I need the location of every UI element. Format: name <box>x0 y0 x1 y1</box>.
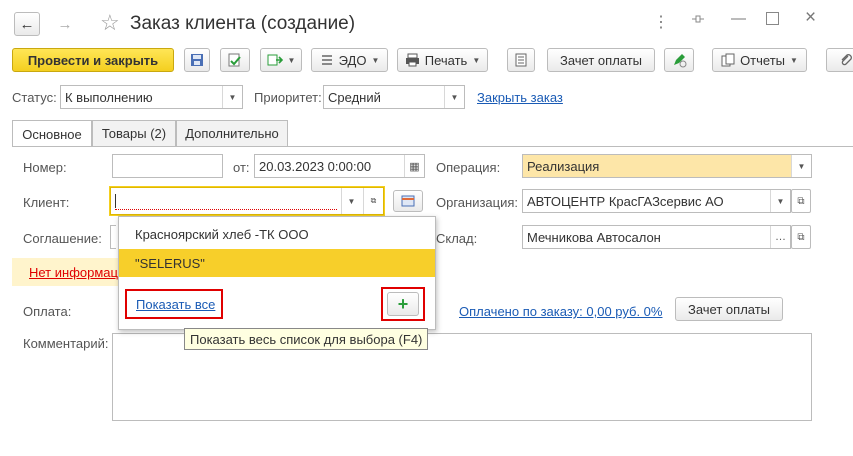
create-based-on-icon <box>267 54 283 66</box>
edo-label: ЭДО <box>338 52 367 68</box>
paid-by-order-link[interactable]: Оплачено по заказу: 0,00 руб. 0% <box>459 304 662 319</box>
chevron-down-icon: ▼ <box>287 55 296 65</box>
warehouse-input[interactable]: Мечникова Автосалон … <box>522 225 791 249</box>
link-icon[interactable] <box>690 12 706 26</box>
post-document-button[interactable] <box>220 48 250 72</box>
tab-additional[interactable]: Дополнительно <box>176 120 288 146</box>
select-dots-icon[interactable]: … <box>770 226 790 248</box>
chevron-down-icon[interactable]: ▼ <box>341 188 361 214</box>
chevron-down-icon[interactable]: ▼ <box>222 86 242 108</box>
close-order-link[interactable]: Закрыть заказ <box>477 90 563 105</box>
reports-button[interactable]: Отчеты ▼ <box>712 48 807 72</box>
forward-button[interactable]: → <box>52 12 78 36</box>
no-info-link[interactable]: Нет информац <box>29 265 118 280</box>
organization-open-icon[interactable]: ⧉ <box>791 189 811 213</box>
chevron-down-icon: ▼ <box>790 55 798 65</box>
tooltip: Показать весь список для выбора (F4) <box>184 328 429 350</box>
client-card-button[interactable] <box>393 190 423 212</box>
date-from-label: от: <box>233 160 250 175</box>
operation-label: Операция: <box>436 160 501 175</box>
text-cursor <box>115 194 116 208</box>
chevron-down-icon: ▼ <box>472 55 481 65</box>
minimize-icon[interactable]: — <box>731 10 746 27</box>
card-icon <box>401 195 415 207</box>
calendar-icon[interactable]: ▦ <box>404 155 424 177</box>
sign-button[interactable] <box>664 48 694 72</box>
maximize-icon[interactable] <box>766 12 779 25</box>
comment-label: Комментарий: <box>23 336 109 351</box>
client-dropdown-popup: Красноярский хлеб -ТК ООО "SELERUS" Пока… <box>118 216 436 330</box>
create-based-on-button[interactable]: ▼ <box>260 48 302 72</box>
plus-icon: + <box>397 294 409 314</box>
edo-icon <box>321 55 332 65</box>
chevron-down-icon[interactable]: ▼ <box>444 86 464 108</box>
priority-select[interactable]: Средний ▼ <box>323 85 465 109</box>
save-button[interactable] <box>184 48 210 72</box>
chevron-down-icon[interactable]: ▼ <box>791 155 811 177</box>
operation-value: Реализация <box>527 158 600 174</box>
save-icon <box>191 54 203 66</box>
pen-icon <box>674 54 687 68</box>
organization-select[interactable]: АВТОЦЕНТР КрасГАЗсервис АО ▼ <box>522 189 791 213</box>
client-input-error-underline <box>115 209 337 210</box>
post-document-icon <box>228 53 241 67</box>
status-select[interactable]: К выполнению ▼ <box>60 85 243 109</box>
reports-icon <box>721 53 735 67</box>
chevron-down-icon: ▼ <box>371 55 380 65</box>
priority-label: Приоритет: <box>254 90 322 105</box>
list-view-button[interactable] <box>507 48 535 72</box>
payment-label: Оплата: <box>23 304 72 319</box>
open-icon[interactable]: ⧉ <box>363 188 383 214</box>
payment-offset-toolbar-button[interactable]: Зачет оплаты <box>547 48 655 72</box>
favorite-star-icon[interactable]: ☆ <box>100 10 120 36</box>
chevron-down-icon[interactable]: ▼ <box>770 190 790 212</box>
back-button[interactable]: ← <box>14 12 40 36</box>
payment-offset-button[interactable]: Зачет оплаты <box>675 297 783 321</box>
priority-value: Средний <box>328 89 381 105</box>
number-input[interactable] <box>112 154 223 178</box>
list-icon <box>515 53 527 67</box>
printer-icon <box>405 53 419 67</box>
date-value: 20.03.2023 0:00:00 <box>259 158 372 174</box>
date-input[interactable]: 20.03.2023 0:00:00 ▦ <box>254 154 425 178</box>
add-new-button[interactable]: + <box>387 292 419 316</box>
tab-goods[interactable]: Товары (2) <box>92 120 176 146</box>
dropdown-item-selected[interactable]: "SELERUS" <box>119 249 435 277</box>
print-button[interactable]: Печать ▼ <box>397 48 488 72</box>
organization-value: АВТОЦЕНТР КрасГАЗсервис АО <box>527 193 724 209</box>
tab-divider <box>12 146 853 147</box>
print-label: Печать <box>424 52 468 68</box>
edo-button[interactable]: ЭДО ▼ <box>311 48 388 72</box>
warehouse-value: Мечникова Автосалон <box>527 229 661 245</box>
post-and-close-button[interactable]: Провести и закрыть <box>12 48 174 72</box>
dropdown-item[interactable]: Красноярский хлеб -ТК ООО <box>119 221 435 247</box>
reports-label: Отчеты <box>740 52 785 68</box>
operation-select[interactable]: Реализация ▼ <box>522 154 812 178</box>
status-value: К выполнению <box>65 89 153 105</box>
paperclip-icon <box>841 54 852 66</box>
warehouse-label: Склад: <box>436 231 478 246</box>
attachments-button[interactable] <box>826 48 853 72</box>
more-options-icon[interactable]: ⋮ <box>653 12 669 32</box>
show-all-link[interactable]: Показать все <box>136 297 215 312</box>
tab-main[interactable]: Основное <box>12 120 92 147</box>
organization-label: Организация: <box>436 195 519 210</box>
client-input[interactable]: ▼ ⧉ <box>110 187 384 215</box>
status-label: Статус: <box>12 90 57 105</box>
agreement-input[interactable] <box>110 225 116 249</box>
client-label: Клиент: <box>23 195 70 210</box>
agreement-label: Соглашение: <box>23 231 102 246</box>
warehouse-open-icon[interactable]: ⧉ <box>791 225 811 249</box>
window-title: Заказ клиента (создание) <box>130 13 356 34</box>
number-label: Номер: <box>23 160 67 175</box>
close-icon[interactable]: × <box>805 7 816 29</box>
